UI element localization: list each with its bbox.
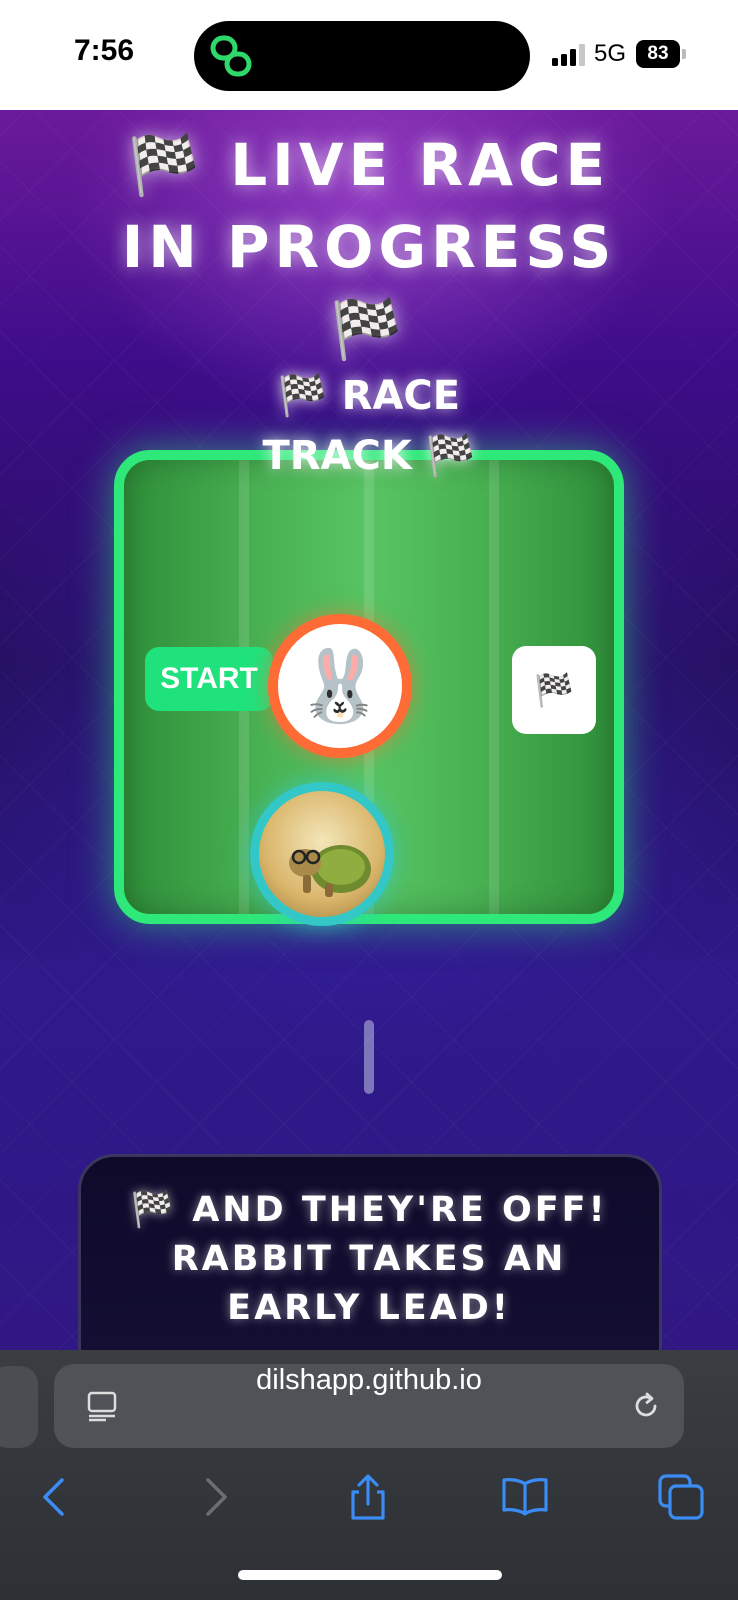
back-icon[interactable] [30, 1472, 80, 1522]
bookmarks-icon[interactable] [500, 1472, 550, 1522]
address-bar[interactable]: dilshapp.github.io [54, 1364, 684, 1448]
turtle-image [289, 845, 371, 897]
commentary-text: 🏁 AND THEY'RE OFF! RABBIT TAKES AN EARLY… [130, 1190, 608, 1328]
start-label: START [145, 647, 273, 711]
tabs-icon[interactable] [656, 1472, 706, 1522]
track-title: 🏁 RACE TRACK 🏁 [262, 373, 476, 479]
battery-icon: 83 [636, 40, 686, 68]
forward-icon[interactable] [190, 1472, 240, 1522]
reader-icon[interactable] [86, 1390, 118, 1422]
status-bar: 7:56 5G 83 [0, 0, 738, 110]
finish-flag: 🏁 [512, 646, 596, 734]
scroll-handle[interactable] [364, 1020, 374, 1094]
browser-toolbar: dilshapp.github.io [0, 1350, 738, 1600]
status-time: 7:56 [74, 34, 135, 67]
signal-icon [552, 44, 586, 66]
turtle-racer [250, 782, 394, 926]
share-icon[interactable] [343, 1472, 393, 1522]
web-page: 🏁 LIVE RACE IN PROGRESS 🏁 🏁 RACE TRACK 🏁… [0, 110, 738, 1350]
page-title: 🏁 LIVE RACE IN PROGRESS 🏁 [121, 131, 617, 363]
network-type: 5G [594, 40, 627, 67]
home-indicator[interactable] [238, 1570, 502, 1580]
link-icon [210, 35, 252, 77]
reload-icon[interactable] [630, 1390, 662, 1422]
previous-tab[interactable] [0, 1366, 38, 1448]
battery-level: 83 [636, 40, 680, 68]
dynamic-island [194, 21, 530, 91]
url-text[interactable]: dilshapp.github.io [144, 1364, 594, 1448]
rabbit-racer: 🐰 [268, 614, 412, 758]
